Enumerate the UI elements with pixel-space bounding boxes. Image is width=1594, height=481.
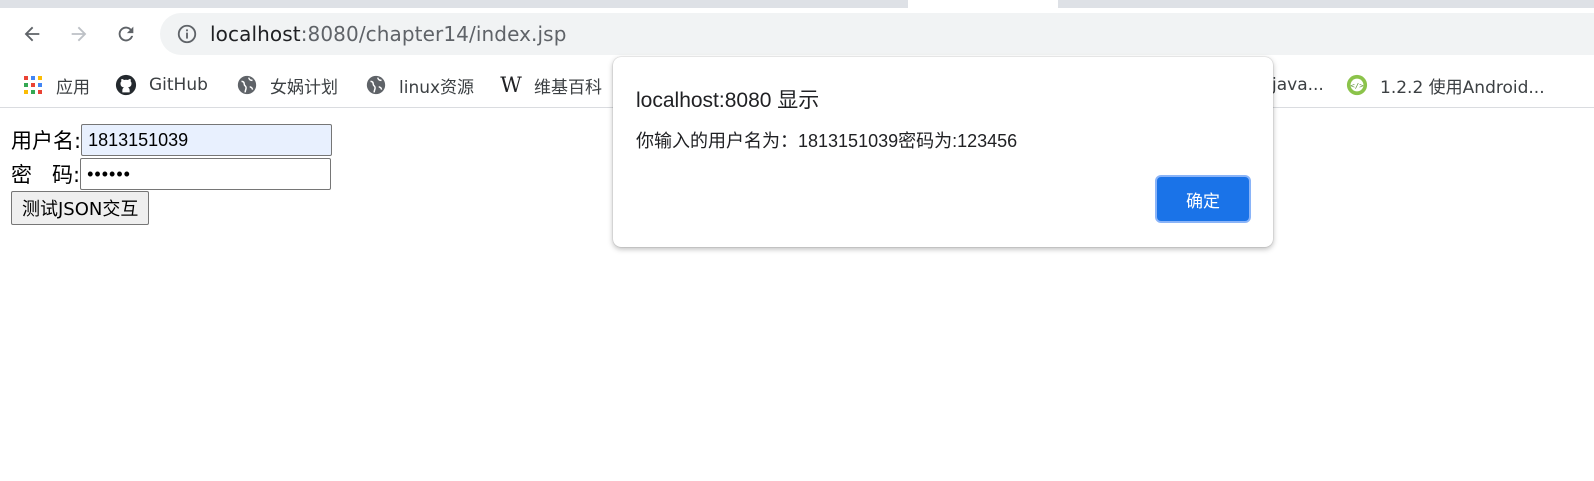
- forward-button[interactable]: [65, 20, 93, 48]
- password-row: 密 码: ••••••: [11, 158, 332, 190]
- bookmark-nvwa[interactable]: 女娲计划: [236, 71, 338, 99]
- svg-text:</>: </>: [1350, 81, 1364, 90]
- bookmark-wikipedia[interactable]: W 维基百科: [500, 71, 602, 99]
- bookmark-apps[interactable]: 应用: [22, 71, 90, 99]
- username-input[interactable]: 1813151039: [81, 124, 333, 156]
- bookmark-label: linux资源: [399, 77, 475, 98]
- reload-button[interactable]: [112, 20, 140, 48]
- bookmark-github[interactable]: GitHub: [115, 71, 208, 99]
- username-label: 用户名:: [11, 129, 82, 153]
- password-mask: ••••••: [87, 163, 131, 184]
- globe-icon: [365, 74, 387, 96]
- github-icon: [115, 74, 137, 96]
- ok-button[interactable]: 确定: [1155, 175, 1251, 223]
- bookmark-label: java...: [1272, 75, 1324, 95]
- bookmark-java[interactable]: java...: [1272, 71, 1324, 99]
- browser-toolbar: localhost:8080/chapter14/index.jsp: [0, 8, 1594, 62]
- arrow-right-icon: [71, 26, 87, 42]
- username-row: 用户名: 1813151039: [11, 124, 333, 156]
- reload-icon: [118, 26, 134, 42]
- dialog-message: 你输入的用户名为：1813151039密码为:123456: [636, 131, 1018, 151]
- bookmark-label: 1.2.2 使用Android...: [1380, 77, 1545, 98]
- android-code-icon: </>: [1346, 74, 1368, 96]
- address-bar[interactable]: localhost:8080/chapter14/index.jsp: [160, 13, 1594, 55]
- bookmark-label: 应用: [56, 77, 90, 98]
- alert-dialog: localhost:8080 显示 你输入的用户名为：1813151039密码为…: [613, 57, 1273, 247]
- bookmark-label: GitHub: [149, 75, 208, 95]
- arrow-left-icon: [24, 26, 40, 42]
- apps-grid-icon: [22, 74, 44, 96]
- bookmark-label: 维基百科: [534, 77, 602, 98]
- dialog-title: localhost:8080 显示: [636, 89, 820, 112]
- url-host: localhost: [210, 22, 301, 46]
- info-icon[interactable]: [176, 23, 198, 45]
- back-button[interactable]: [18, 20, 46, 48]
- username-value: 1813151039: [88, 129, 189, 150]
- url-text: localhost:8080/chapter14/index.jsp: [210, 22, 567, 46]
- test-json-button[interactable]: 测试JSON交互: [11, 191, 150, 225]
- bookmark-label: 女娲计划: [270, 77, 338, 98]
- password-input[interactable]: ••••••: [80, 158, 332, 190]
- password-label: 密 码:: [11, 163, 81, 187]
- bookmark-linux[interactable]: linux资源: [365, 71, 474, 99]
- tab-strip: [0, 0, 1594, 8]
- active-tab[interactable]: [908, 0, 1058, 8]
- url-path: :8080/chapter14/index.jsp: [300, 22, 567, 46]
- bookmark-android[interactable]: </> 1.2.2 使用Android...: [1346, 71, 1545, 99]
- globe-icon: [236, 74, 258, 96]
- wikipedia-icon: W: [500, 73, 522, 97]
